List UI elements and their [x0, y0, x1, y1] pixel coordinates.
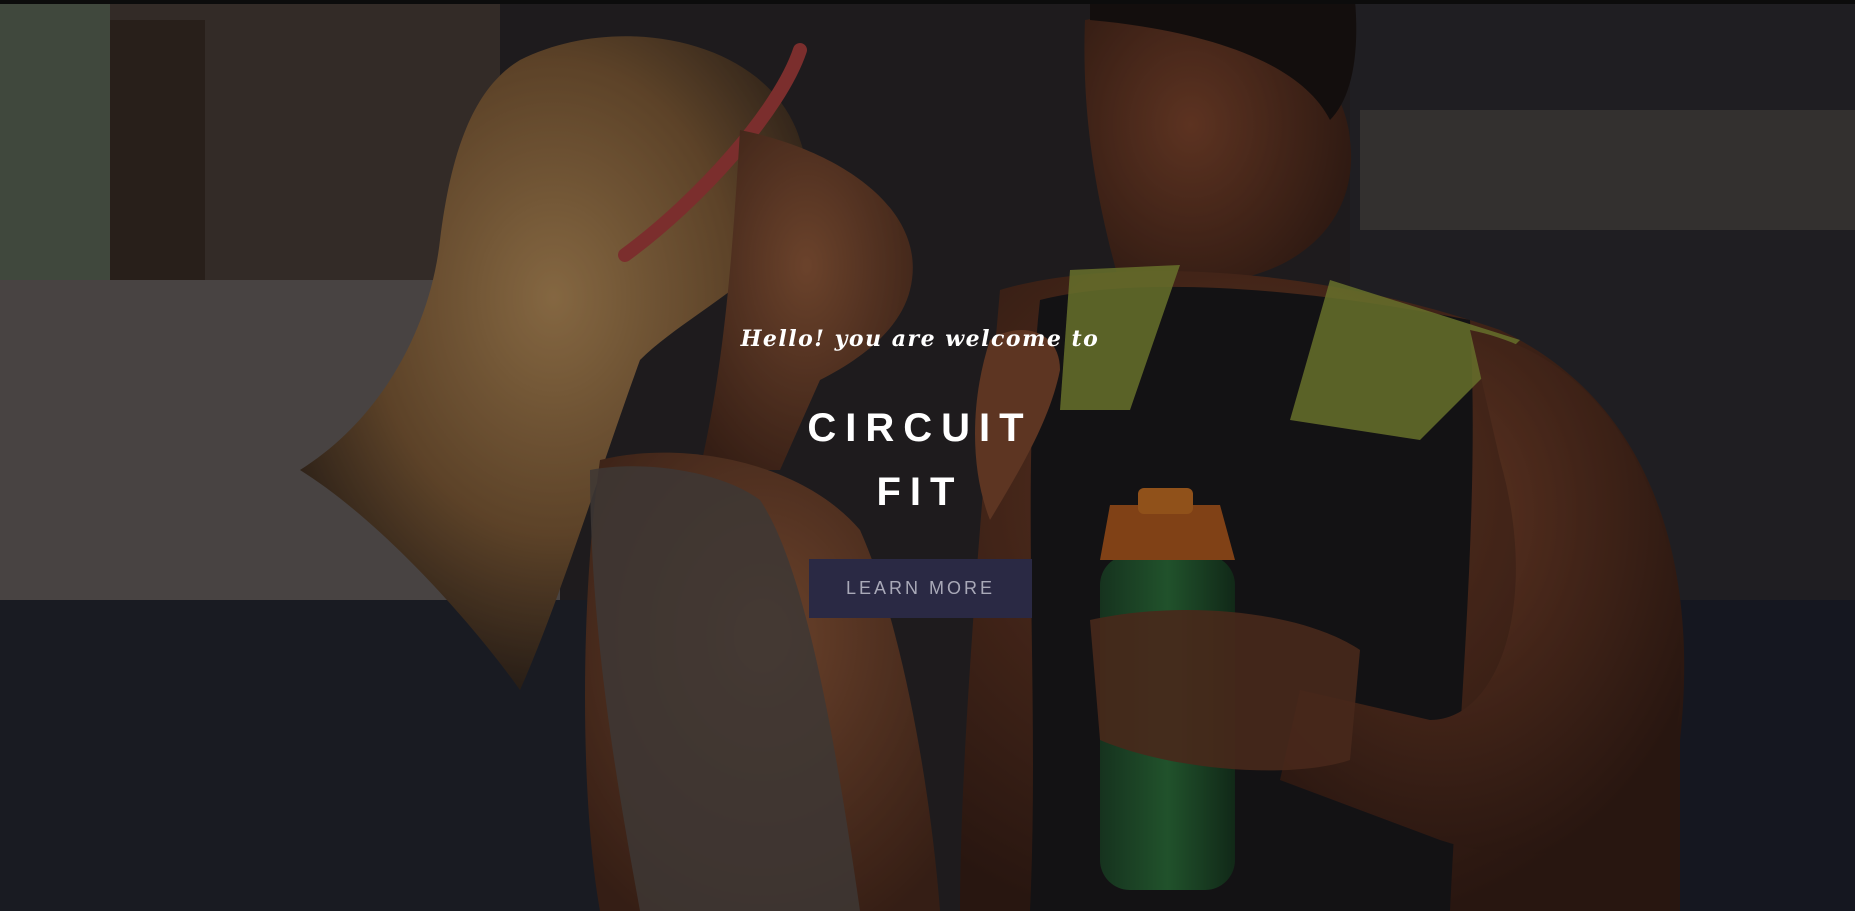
hero-title-line-1: CIRCUIT: [807, 406, 1033, 450]
hero-title: CIRCUIT FIT: [0, 396, 1840, 524]
learn-more-button[interactable]: LEARN MORE: [809, 559, 1032, 618]
hero-section: Hello! you are welcome to CIRCUIT FIT LE…: [0, 0, 1855, 911]
hero-title-line-2: FIT: [876, 470, 964, 514]
hero-greeting: Hello! you are welcome to: [740, 326, 1100, 352]
hero-content: Hello! you are welcome to CIRCUIT FIT LE…: [0, 0, 1855, 911]
